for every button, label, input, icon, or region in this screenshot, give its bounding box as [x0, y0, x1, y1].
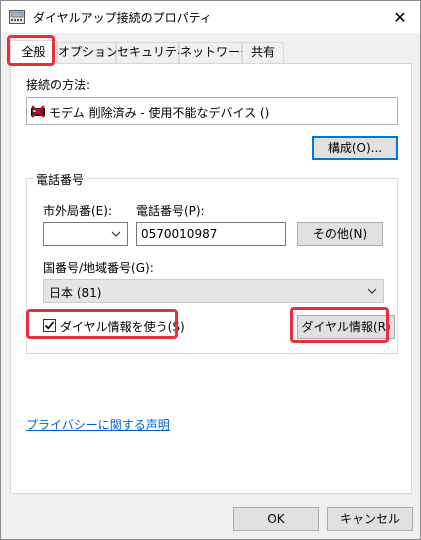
phone-number-input[interactable] — [137, 223, 285, 245]
phone-group-title: 電話番号 — [33, 171, 88, 188]
country-code-label: 国番号/地域番号(G): — [43, 261, 154, 275]
close-button[interactable]: ✕ — [380, 1, 420, 33]
tab-strip: 全般 オプション セキュリティ ネットワーク 共有 — [10, 40, 412, 64]
phone-number-label: 電話番号(P): — [136, 204, 205, 218]
area-code-label: 市外局番(E): — [43, 204, 112, 218]
cancel-button[interactable]: キャンセル — [327, 507, 413, 531]
title-bar: ダイヤルアップ接続のプロパティ ✕ — [1, 1, 420, 33]
window-title: ダイヤルアップ接続のプロパティ — [33, 11, 212, 25]
device-list[interactable]: モデム 削除済み - 使用不能なデバイス () — [26, 97, 398, 125]
phone-number-field[interactable] — [136, 222, 286, 246]
dialing-rules-button[interactable]: ダイヤル情報(R) — [297, 315, 395, 339]
country-code-combo[interactable]: 日本 (81) — [43, 279, 384, 303]
checkmark-icon — [44, 321, 55, 330]
tab-options[interactable]: オプション — [57, 42, 118, 63]
area-code-combo[interactable] — [43, 222, 128, 246]
ok-button[interactable]: OK — [233, 507, 319, 531]
use-dialing-rules-checkbox[interactable] — [43, 319, 56, 332]
tab-general[interactable]: 全般 — [10, 40, 57, 64]
general-tab-panel: 接続の方法: モデム 削除済み - 使用不能なデバイス () 構成(O)... … — [10, 63, 412, 494]
close-icon: ✕ — [393, 7, 407, 27]
use-dialing-rules-label[interactable]: ダイヤル情報を使う(S) — [60, 318, 185, 335]
alternates-button[interactable]: その他(N) — [297, 222, 383, 246]
network-connection-icon — [9, 10, 25, 24]
privacy-statement-link[interactable]: プライバシーに関する声明 — [26, 416, 170, 433]
tab-sharing[interactable]: 共有 — [242, 42, 284, 63]
properties-dialog: ダイヤルアップ接続のプロパティ ✕ 全般 オプション セキュリティ ネットワーク… — [0, 0, 421, 540]
connect-using-label: 接続の方法: — [26, 78, 91, 92]
tab-network[interactable]: ネットワーク — [179, 42, 252, 63]
chevron-down-icon — [367, 288, 377, 294]
modem-removed-icon — [31, 105, 45, 118]
country-code-value: 日本 (81) — [49, 286, 102, 300]
configure-button[interactable]: 構成(O)... — [312, 136, 398, 160]
phone-number-group: 電話番号 市外局番(E): 電話番号(P): その他(N) 国番号/地域番号(G… — [26, 171, 398, 354]
chevron-down-icon — [111, 231, 121, 237]
tab-security[interactable]: セキュリティ — [116, 42, 188, 63]
device-name: モデム 削除済み - 使用不能なデバイス () — [49, 106, 270, 120]
